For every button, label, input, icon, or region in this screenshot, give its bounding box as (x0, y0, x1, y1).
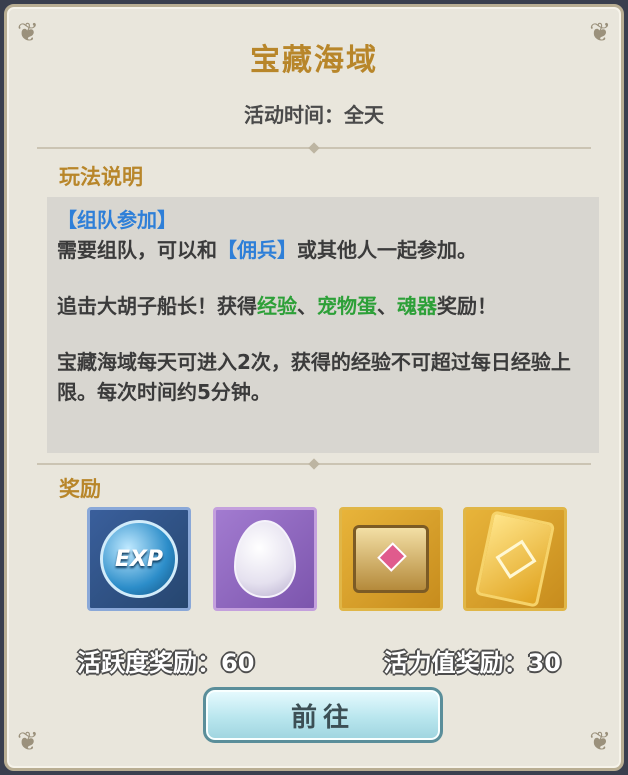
dialog-title: 宝藏海域 (250, 43, 378, 78)
desc-text: 需要组队，可以和 (57, 238, 217, 262)
reward-slot-exp[interactable]: EXP (87, 507, 191, 611)
divider (37, 458, 591, 470)
treasure-chest-icon (353, 525, 429, 593)
event-time: 活动时间：全天 (244, 103, 384, 127)
reward-slot-pet-egg[interactable] (213, 507, 317, 611)
go-button[interactable]: 前往 (203, 687, 443, 743)
reward-slot-soul-card[interactable] (463, 507, 567, 611)
corner-ornament-icon: ❦ (589, 727, 611, 757)
desc-text: 追击大胡子船长！获得 (57, 294, 257, 318)
reward-highlight: 魂器 (397, 294, 437, 318)
soul-card-icon (474, 510, 556, 608)
desc-text: 或其他人一起参加。 (297, 238, 477, 262)
activity-reward: 活跃度奖励：60 (77, 649, 255, 677)
event-dialog: ❦ ❦ ❦ ❦ 宝藏海域 活动时间：全天 玩法说明 【组队参加】 需要组队，可以… (4, 4, 624, 771)
pet-egg-icon (234, 520, 296, 598)
rewards-heading: 奖励 (59, 477, 101, 501)
howto-heading: 玩法说明 (59, 165, 143, 189)
divider (37, 142, 591, 154)
exp-orb-icon: EXP (100, 520, 178, 598)
vitality-reward: 活力值奖励：30 (383, 649, 561, 677)
reward-highlight: 宠物蛋 (317, 294, 377, 318)
mercenary-tag: 【佣兵】 (217, 238, 297, 262)
desc-text: 宝藏海域每天可进入2次，获得的经验不可超过每日经验上限。每次时间约5分钟。 (57, 350, 571, 404)
desc-text: 、 (377, 294, 397, 318)
team-tag: 【组队参加】 (57, 208, 177, 232)
desc-text: 、 (297, 294, 317, 318)
reward-slot-chest[interactable] (339, 507, 443, 611)
desc-text: 奖励！ (437, 294, 497, 318)
reward-highlight: 经验 (257, 294, 297, 318)
howto-description: 【组队参加】 需要组队，可以和【佣兵】或其他人一起参加。 追击大胡子船长！获得经… (47, 197, 599, 453)
reward-list: EXP (87, 507, 567, 615)
corner-ornament-icon: ❦ (17, 727, 39, 757)
